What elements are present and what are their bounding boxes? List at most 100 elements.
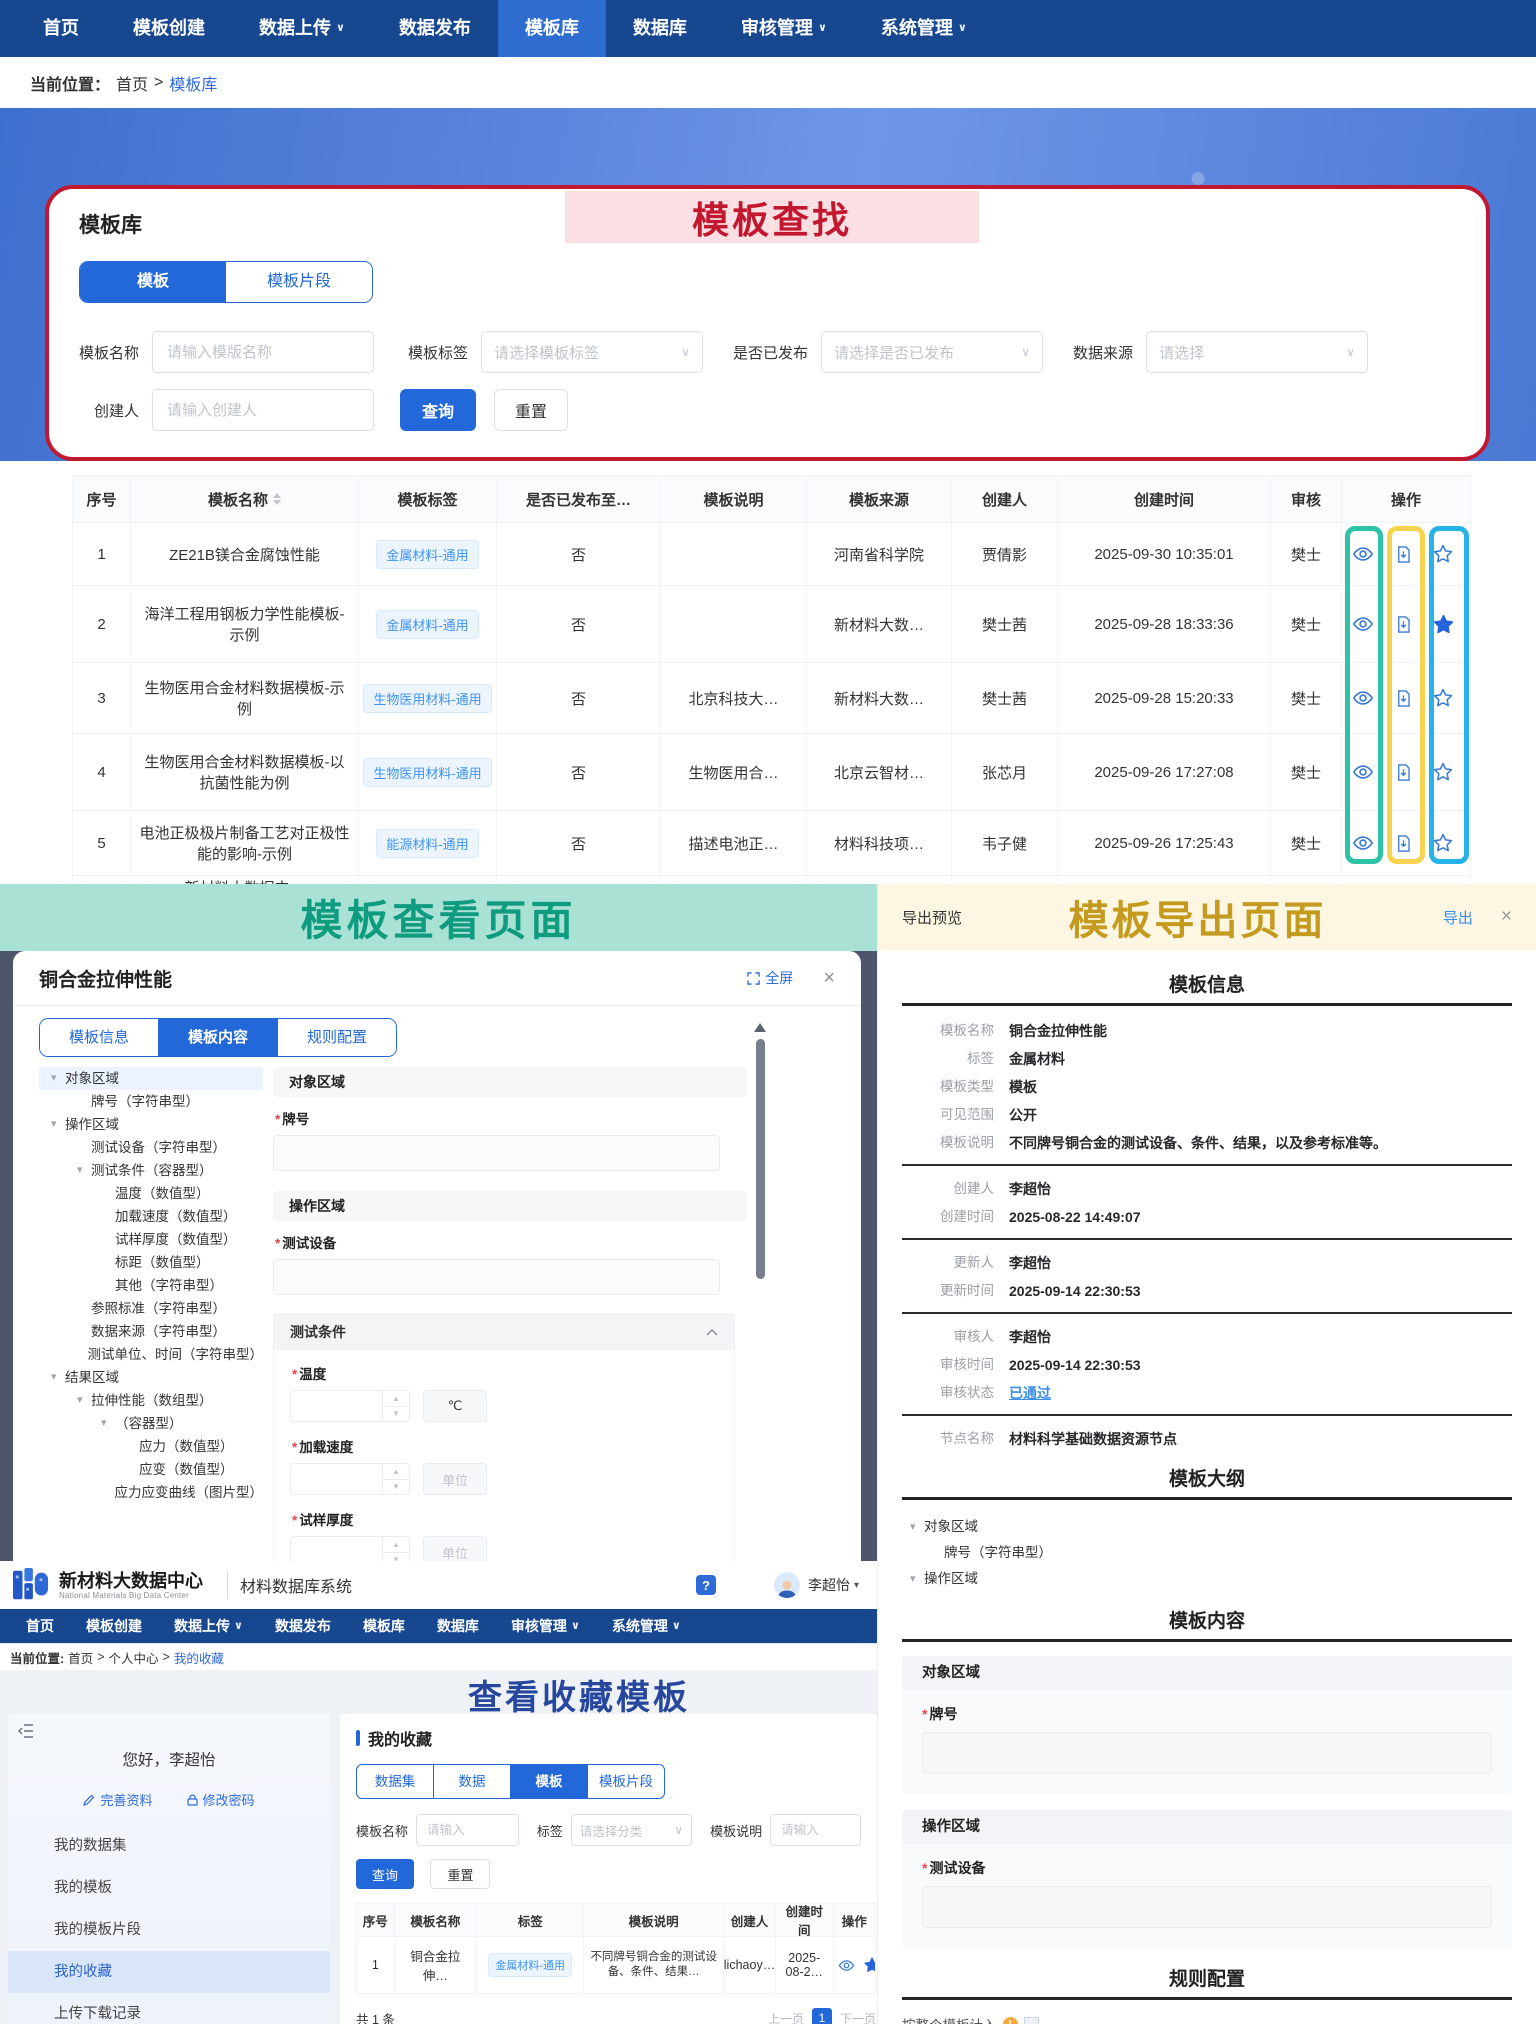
tree-node[interactable]: 试样厚度（数值型） — [39, 1228, 263, 1251]
nav-item-template-library[interactable]: 模板库 — [498, 0, 606, 57]
scrollbar[interactable] — [756, 1039, 765, 1279]
nav-item-audit[interactable]: 审核管理∨ — [495, 1609, 596, 1643]
nav-item-data-upload[interactable]: 数据上传∨ — [232, 0, 372, 57]
template-name[interactable]: 生物医用合金材料数据模板-以抗菌性能为例 — [131, 734, 359, 810]
tree-node[interactable]: ▾操作区域 — [39, 1113, 263, 1136]
tree-node[interactable]: ▾测试条件（容器型） — [39, 1159, 263, 1182]
desc-input[interactable] — [779, 1822, 852, 1838]
nav-item-home[interactable]: 首页 — [10, 1609, 70, 1643]
close-icon[interactable]: × — [1501, 906, 1512, 928]
tree-node[interactable]: 牌号（字符串型） — [39, 1090, 263, 1113]
nav-item-system[interactable]: 系统管理∨ — [854, 0, 994, 57]
export-button[interactable]: 导出 — [1443, 907, 1473, 928]
sidebar-item-my-templates[interactable]: 我的模板 — [8, 1867, 330, 1909]
nav-item-database[interactable]: 数据库 — [606, 0, 714, 57]
nav-item-system[interactable]: 系统管理∨ — [596, 1609, 697, 1643]
nav-item-data-publish[interactable]: 数据发布 — [372, 0, 498, 57]
breadcrumb-current[interactable]: 模板库 — [169, 71, 217, 95]
tree-node[interactable]: 应力（数值型） — [39, 1435, 263, 1458]
brand-input[interactable] — [273, 1135, 720, 1171]
avatar[interactable] — [774, 1572, 800, 1598]
template-name[interactable]: ZE21B镁合金腐蚀性能 — [131, 523, 359, 585]
nav-item-audit[interactable]: 审核管理∨ — [714, 0, 854, 57]
sidebar-item-my-favorites[interactable]: 我的收藏 — [8, 1951, 330, 1993]
tree-node[interactable]: 加载速度（数值型） — [39, 1205, 263, 1228]
tree-node[interactable]: 数据来源（字符串型） — [39, 1320, 263, 1343]
template-tag-select[interactable]: 请选择模板标签 ∨ — [481, 331, 703, 373]
nav-item-template-library[interactable]: 模板库 — [347, 1609, 421, 1643]
sidebar-item-my-datasets[interactable]: 我的数据集 — [8, 1825, 330, 1867]
breadcrumb-home[interactable]: 首页 — [116, 71, 148, 95]
tree-node[interactable]: ▾对象区域 — [39, 1067, 263, 1090]
tree-node[interactable]: 应力应变曲线（图片型） — [39, 1481, 263, 1504]
col-name[interactable]: 模板名称 — [131, 476, 359, 522]
breadcrumb-current[interactable]: 我的收藏 — [174, 1648, 224, 1667]
creator-input[interactable] — [165, 401, 361, 420]
unit-select[interactable]: 单位 — [423, 1536, 487, 1561]
tree-node[interactable]: 测试设备（字符串型） — [39, 1136, 263, 1159]
username[interactable]: 李超怡 — [808, 1575, 850, 1595]
fullscreen-button[interactable]: 全屏 — [747, 968, 793, 988]
device-input[interactable] — [273, 1259, 720, 1295]
next-page-button[interactable]: 下一页 — [840, 2010, 876, 2024]
nav-item-data-upload[interactable]: 数据上传∨ — [158, 1609, 259, 1643]
tab-template[interactable]: 模板 — [510, 1765, 587, 1798]
prev-page-button[interactable]: 上一页 — [768, 2010, 804, 2024]
template-name[interactable]: 生物医用合金材料数据模板-示例 — [131, 663, 359, 733]
favorite-icon-active[interactable] — [863, 1956, 876, 1974]
change-password-link[interactable]: 修改密码 — [187, 1790, 255, 1809]
sidebar-item-my-fragments[interactable]: 我的模板片段 — [8, 1909, 330, 1951]
template-name-input[interactable] — [165, 343, 361, 362]
chevron-up-icon[interactable] — [706, 1328, 718, 1336]
tab-dataset[interactable]: 数据集 — [357, 1765, 433, 1798]
unit-select[interactable]: 单位 — [423, 1463, 487, 1495]
loading-rate-stepper[interactable]: ▲▼ — [290, 1463, 410, 1495]
tab-template-fragment[interactable]: 模板片段 — [226, 262, 372, 302]
tree-node[interactable]: ▾拉伸性能（数组型） — [39, 1389, 263, 1412]
whole-template-checkbox[interactable] — [1024, 2017, 1039, 2024]
tab-template[interactable]: 模板 — [80, 262, 226, 302]
reset-button[interactable]: 重置 — [430, 1859, 490, 1889]
close-icon[interactable]: × — [823, 967, 835, 990]
stepper-arrows[interactable]: ▲▼ — [382, 1391, 409, 1421]
edit-profile-link[interactable]: 完善资料 — [83, 1790, 152, 1809]
sidebar-item-records[interactable]: 上传下载记录 — [8, 1993, 330, 2024]
tree-node[interactable]: 标距（数值型） — [39, 1251, 263, 1274]
tree-node[interactable]: 测试单位、时间（字符串型） — [39, 1343, 263, 1366]
nav-item-template-create[interactable]: 模板创建 — [106, 0, 232, 57]
nav-item-data-publish[interactable]: 数据发布 — [259, 1609, 347, 1643]
tab-fragment[interactable]: 模板片段 — [587, 1765, 664, 1798]
collapse-icon[interactable] — [18, 1724, 34, 1738]
search-button[interactable]: 查询 — [356, 1859, 414, 1889]
thickness-stepper[interactable]: ▲▼ — [290, 1536, 410, 1561]
template-name[interactable]: 电池正极极片制备工艺对正极性能的影响-示例 — [131, 811, 359, 875]
sort-icon[interactable] — [273, 493, 281, 505]
template-name[interactable]: 铜合金拉伸… — [395, 1937, 477, 1993]
chevron-down-icon[interactable]: ▾ — [854, 1580, 859, 1591]
page-number[interactable]: 1 — [812, 2008, 832, 2024]
data-source-select[interactable]: 请选择 ∨ — [1146, 331, 1368, 373]
tag-select[interactable]: 请选择分类∨ — [571, 1814, 692, 1846]
tree-node[interactable]: ▾（容器型） — [39, 1412, 263, 1435]
tab-template-content[interactable]: 模板内容 — [158, 1019, 277, 1056]
help-icon[interactable]: ? — [696, 1575, 716, 1595]
tree-node[interactable]: 应变（数值型） — [39, 1458, 263, 1481]
nav-item-template-create[interactable]: 模板创建 — [70, 1609, 158, 1643]
stepper-arrows[interactable]: ▲▼ — [382, 1537, 409, 1561]
temperature-stepper[interactable]: ▲▼ — [290, 1390, 410, 1422]
nav-item-database[interactable]: 数据库 — [421, 1609, 495, 1643]
scroll-up-icon[interactable] — [754, 1023, 766, 1032]
nav-item-home[interactable]: 首页 — [16, 0, 106, 57]
name-input[interactable] — [425, 1822, 510, 1838]
stepper-arrows[interactable]: ▲▼ — [382, 1464, 409, 1494]
tree-node[interactable]: 参照标准（字符串型） — [39, 1297, 263, 1320]
template-name[interactable]: 海洋工程用钢板力学性能模板-示例 — [131, 586, 359, 662]
tab-data[interactable]: 数据 — [433, 1765, 510, 1798]
tree-node[interactable]: 温度（数值型） — [39, 1182, 263, 1205]
reset-button[interactable]: 重置 — [494, 389, 568, 431]
published-select[interactable]: 请选择是否已发布 ∨ — [821, 331, 1043, 373]
tab-rule-config[interactable]: 规则配置 — [277, 1019, 396, 1056]
tree-node[interactable]: 其他（字符串型） — [39, 1274, 263, 1297]
search-button[interactable]: 查询 — [400, 389, 476, 431]
view-icon[interactable] — [838, 1956, 855, 1974]
